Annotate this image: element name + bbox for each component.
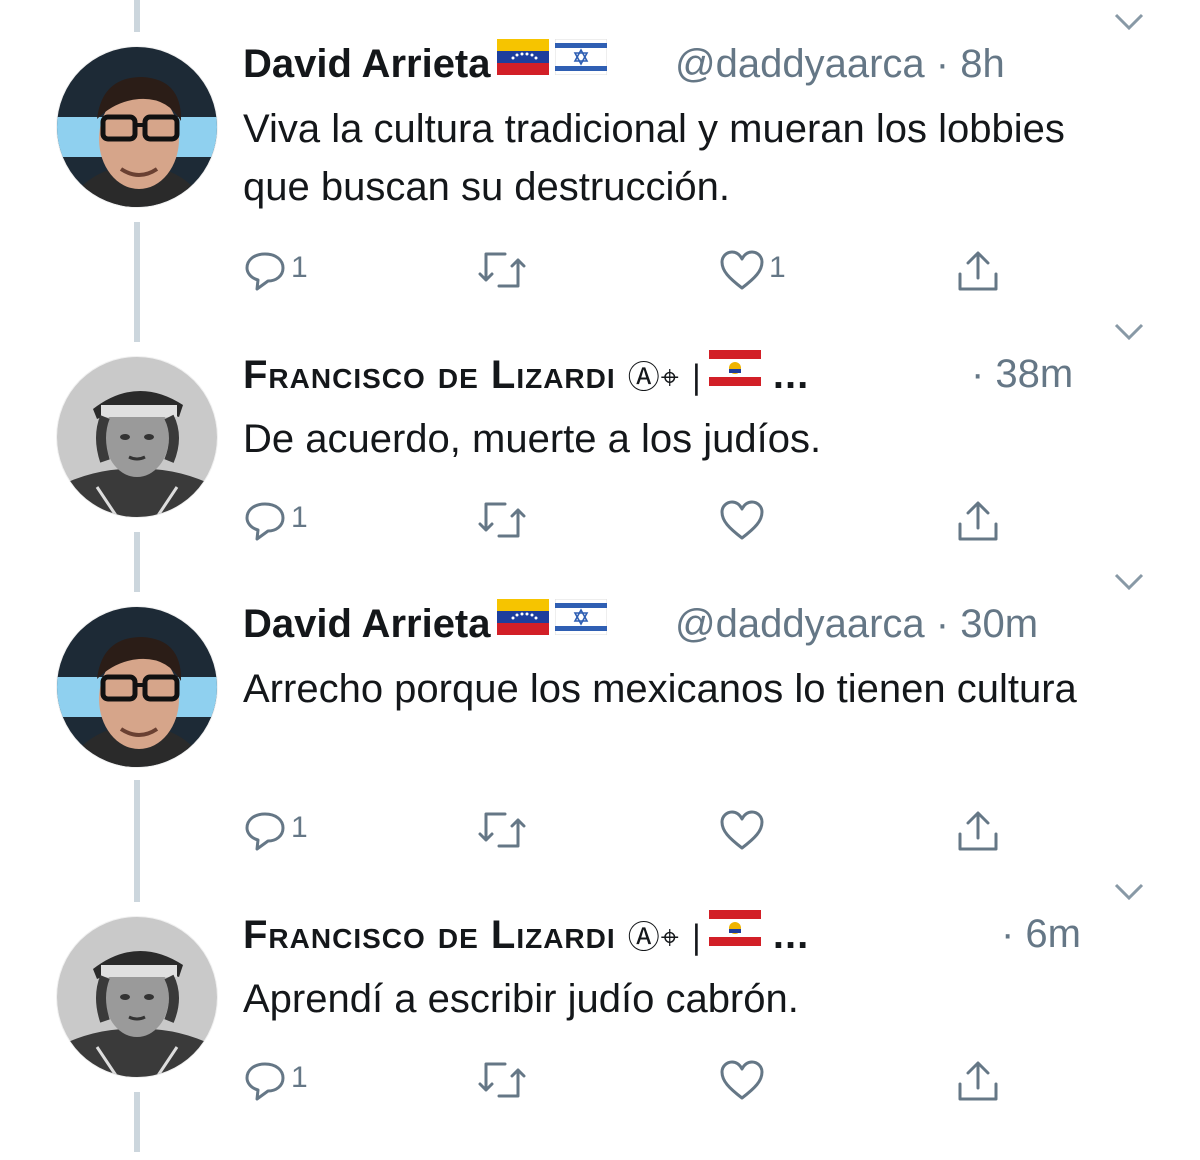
handle-and-time[interactable]: @daddyaarca · 8h bbox=[675, 42, 1005, 87]
flag-venezuela-icon bbox=[496, 599, 549, 645]
retweet-icon bbox=[478, 1062, 526, 1098]
share-button[interactable] bbox=[956, 248, 1000, 294]
chevron-down-icon[interactable] bbox=[1113, 322, 1145, 342]
reply-count: 1 bbox=[291, 1061, 308, 1094]
handle-and-time[interactable]: · 38m bbox=[971, 352, 1073, 397]
anarchy-crosshair-symbols: Ⓐ⌖ | bbox=[627, 358, 703, 396]
chevron-down-icon[interactable] bbox=[1113, 12, 1145, 32]
heart-icon bbox=[720, 1060, 764, 1100]
handle-and-time[interactable]: @daddyaarca · 30m bbox=[675, 602, 1038, 647]
avatar[interactable] bbox=[57, 47, 217, 207]
reply-button[interactable]: 1 bbox=[243, 808, 308, 852]
flag-venezuela-icon bbox=[496, 39, 549, 85]
share-button[interactable] bbox=[956, 498, 1000, 544]
chevron-down-icon[interactable] bbox=[1113, 882, 1145, 902]
like-button[interactable] bbox=[719, 1058, 765, 1102]
handle-and-time[interactable]: · 6m bbox=[1001, 912, 1081, 957]
avatar[interactable] bbox=[57, 607, 217, 767]
avatar[interactable] bbox=[57, 357, 217, 517]
retweet-button[interactable] bbox=[477, 808, 527, 852]
flag-israel-icon bbox=[554, 38, 607, 85]
display-name[interactable]: David Arrieta bbox=[243, 598, 607, 649]
reply-count: 1 bbox=[291, 251, 308, 284]
reply-icon bbox=[245, 812, 285, 851]
tweet[interactable]: Francisco de Lizardi Ⓐ⌖ | ... · 6m Apren… bbox=[0, 870, 1200, 1160]
reply-icon bbox=[245, 1062, 285, 1101]
share-button[interactable] bbox=[956, 1058, 1000, 1104]
tweet-text: Aprendí a escribir judío cabrón. bbox=[243, 977, 799, 1021]
tweet-text: Arrecho porque los mexicanos lo tienen c… bbox=[243, 667, 1077, 711]
like-button[interactable]: 1 bbox=[719, 248, 786, 292]
display-name[interactable]: David Arrieta bbox=[243, 38, 607, 89]
flag-french-polynesia-icon bbox=[708, 350, 761, 396]
display-name[interactable]: Francisco de Lizardi Ⓐ⌖ | ... bbox=[243, 910, 809, 960]
retweet-button[interactable] bbox=[477, 1058, 527, 1102]
reply-button[interactable]: 1 bbox=[243, 248, 308, 292]
heart-icon bbox=[720, 810, 764, 850]
tweet-text: De acuerdo, muerte a los judíos. bbox=[243, 417, 822, 461]
share-icon bbox=[958, 501, 998, 541]
chevron-down-icon[interactable] bbox=[1113, 572, 1145, 592]
share-icon bbox=[958, 1061, 998, 1101]
anarchy-crosshair-symbols: Ⓐ⌖ | bbox=[627, 918, 703, 956]
reply-icon bbox=[245, 252, 285, 291]
reply-count: 1 bbox=[291, 811, 308, 844]
retweet-button[interactable] bbox=[477, 498, 527, 542]
reply-button[interactable]: 1 bbox=[243, 498, 308, 542]
reply-button[interactable]: 1 bbox=[243, 1058, 308, 1102]
tweet[interactable]: David Arrieta @daddyaarca · 30m Arrecho … bbox=[0, 560, 1200, 852]
like-button[interactable] bbox=[719, 808, 765, 852]
retweet-icon bbox=[478, 502, 526, 538]
reply-count: 1 bbox=[291, 501, 308, 534]
flag-french-polynesia-icon bbox=[708, 910, 761, 956]
heart-icon bbox=[720, 500, 764, 540]
like-button[interactable] bbox=[719, 498, 765, 542]
retweet-icon bbox=[478, 812, 526, 848]
share-button[interactable] bbox=[956, 808, 1000, 854]
retweet-button[interactable] bbox=[477, 248, 527, 292]
reply-icon bbox=[245, 502, 285, 541]
tweet[interactable]: David Arrieta @daddyaarca · 8h Viva la c… bbox=[0, 0, 1200, 292]
like-count: 1 bbox=[769, 251, 786, 284]
display-name[interactable]: Francisco de Lizardi Ⓐ⌖ | ... bbox=[243, 350, 809, 400]
tweet-text: Viva la cultura tradicional y mueran los… bbox=[243, 107, 1065, 209]
flag-israel-icon bbox=[554, 598, 607, 645]
heart-icon bbox=[720, 250, 764, 290]
tweet[interactable]: Francisco de Lizardi Ⓐ⌖ | ... · 38m De a… bbox=[0, 310, 1200, 600]
share-icon bbox=[958, 811, 998, 851]
retweet-icon bbox=[478, 252, 526, 288]
avatar[interactable] bbox=[57, 917, 217, 1077]
share-icon bbox=[958, 251, 998, 291]
